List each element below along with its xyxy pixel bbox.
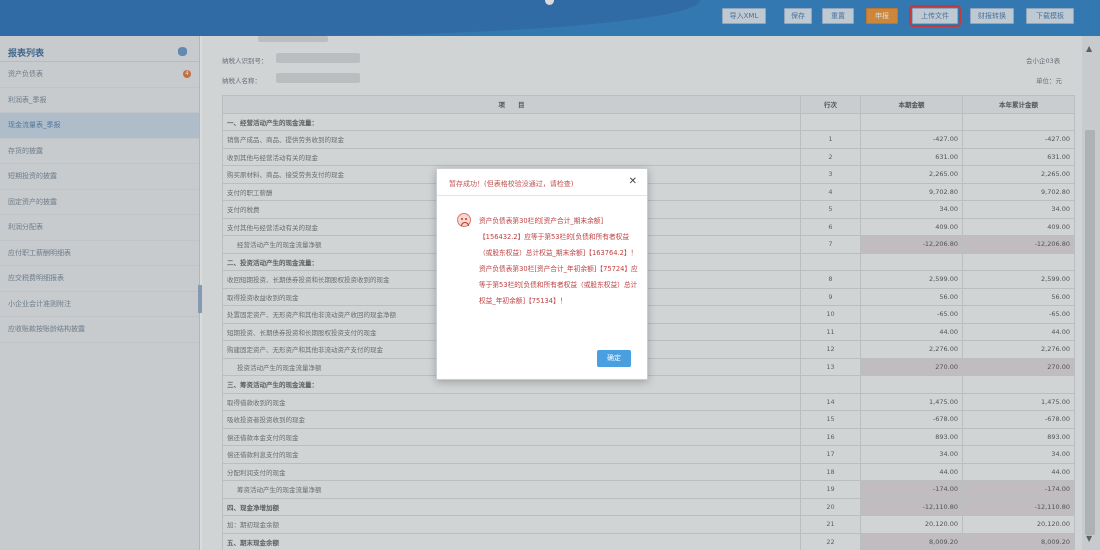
dialog-divider: [437, 195, 647, 196]
confirm-button[interactable]: 确定: [597, 350, 631, 367]
sad-face-icon: [457, 213, 471, 227]
validation-dialog: 暂存成功！(但表格校验没通过，请检查) ✕ 资产负债表第30栏的[资产合计_期末…: [436, 168, 648, 380]
close-icon[interactable]: ✕: [629, 176, 637, 187]
dialog-message: 资产负债表第30栏的[资产合计_期末余额]【156432.2】应等于第53栏的[…: [479, 217, 638, 305]
dialog-title: 暂存成功！(但表格校验没通过，请检查): [449, 180, 574, 188]
